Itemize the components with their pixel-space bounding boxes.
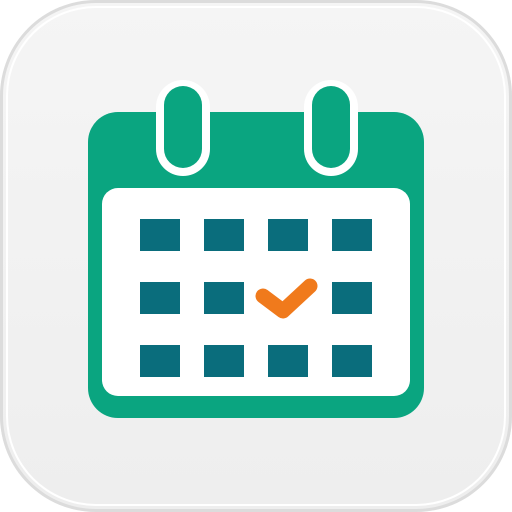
day-cell [204, 219, 244, 251]
day-cell [140, 345, 180, 377]
calendar-icon [88, 80, 424, 418]
day-cell [268, 345, 308, 377]
binder-ring-right [312, 86, 350, 168]
day-cell [204, 345, 244, 377]
day-cell [332, 219, 372, 251]
day-cell [268, 219, 308, 251]
day-cell [332, 345, 372, 377]
app-icon[interactable] [0, 0, 512, 512]
day-cell [140, 219, 180, 251]
day-cell [140, 282, 180, 314]
day-cell [204, 282, 244, 314]
day-cell [332, 282, 372, 314]
binder-ring-left [164, 86, 202, 168]
